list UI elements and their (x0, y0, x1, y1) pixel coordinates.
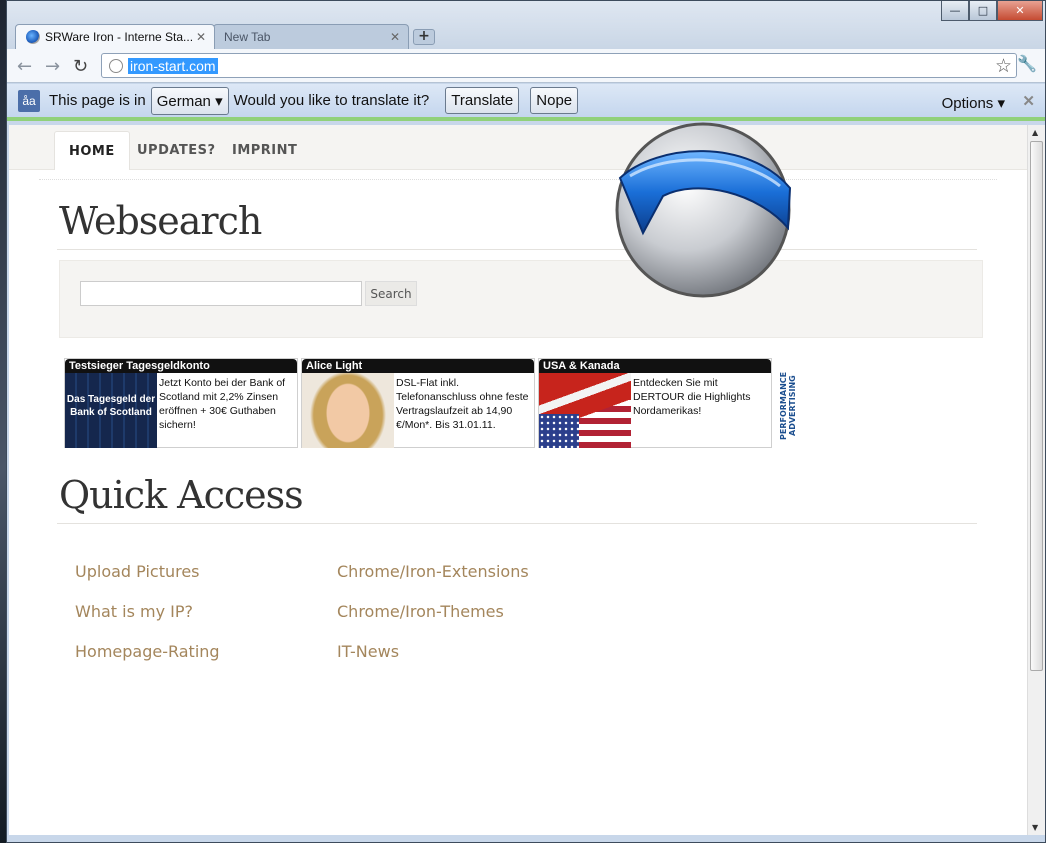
ad-tile[interactable]: Testsieger Tagesgeldkonto Das Tagesgeld … (64, 358, 298, 448)
ad-badge[interactable]: PERFORMANCE ADVERTISING (779, 366, 797, 446)
wrench-icon[interactable]: 🔧 (1017, 54, 1037, 73)
chevron-down-icon: ▾ (997, 95, 1005, 112)
url-text[interactable]: iron-start.com (128, 57, 218, 74)
scroll-down-icon[interactable]: ▼ (1032, 823, 1038, 832)
flags-image (539, 373, 631, 448)
ad-tile[interactable]: USA & Kanada Entdecken Sie mit DERTOUR d… (538, 358, 772, 448)
browser-toolbar: ← → ↻ iron-start.com ☆ 🔧 (7, 49, 1045, 83)
search-input[interactable] (80, 281, 362, 306)
address-bar[interactable]: iron-start.com ☆ (101, 53, 1017, 78)
site-nav: HOME UPDATES? IMPRINT (9, 125, 1027, 170)
translate-infobar: åa This page is in German ▾ Would you li… (7, 84, 1045, 121)
link-what-is-my-ip[interactable]: What is my IP? (75, 602, 193, 621)
quick-access-heading: Quick Access (59, 473, 304, 517)
link-homepage-rating[interactable]: Homepage-Rating (75, 642, 220, 661)
tab-close-icon[interactable]: ✕ (196, 30, 206, 44)
search-button[interactable]: Search (365, 281, 417, 306)
nav-updates[interactable]: UPDATES? (123, 131, 230, 170)
tab-close-icon[interactable]: ✕ (390, 30, 400, 44)
nope-button[interactable]: Nope (530, 87, 579, 114)
back-icon[interactable]: ← (17, 56, 32, 77)
ad-header: USA & Kanada (539, 359, 771, 373)
translate-icon: åa (18, 89, 40, 112)
link-themes[interactable]: Chrome/Iron-Themes (337, 602, 504, 621)
reload-icon[interactable]: ↻ (73, 56, 88, 77)
link-extensions[interactable]: Chrome/Iron-Extensions (337, 562, 529, 581)
woman-portrait-image (302, 373, 394, 448)
nav-home[interactable]: HOME (54, 131, 130, 170)
tab-new-tab[interactable]: New Tab ✕ (213, 24, 409, 49)
nav-imprint[interactable]: IMPRINT (218, 131, 311, 170)
scroll-up-icon[interactable]: ▲ (1032, 128, 1038, 137)
maximize-button[interactable]: □ (969, 1, 997, 21)
options-menu[interactable]: Options ▾ (942, 94, 1005, 112)
iron-favicon-icon (26, 30, 40, 44)
search-panel: Search (59, 260, 983, 338)
language-label: German (156, 92, 211, 110)
ad-header: Testsieger Tagesgeldkonto (65, 359, 297, 373)
close-window-button[interactable]: ✕ (997, 1, 1043, 21)
browser-window: — □ ✕ SRWare Iron - Interne Sta... ✕ New… (6, 0, 1046, 843)
link-upload-pictures[interactable]: Upload Pictures (75, 562, 200, 581)
globe-icon (109, 58, 123, 73)
tab-title: New Tab (224, 30, 271, 44)
window-controls: — □ ✕ (941, 1, 1043, 21)
tab-title: SRWare Iron - Interne Sta... (45, 30, 192, 44)
close-icon[interactable]: ✕ (1022, 92, 1035, 110)
tab-srware-iron[interactable]: SRWare Iron - Interne Sta... ✕ (15, 24, 215, 49)
iron-logo (615, 122, 792, 298)
divider (57, 523, 977, 524)
translate-question: Would you like to translate it? (233, 92, 430, 109)
language-select[interactable]: German ▾ (150, 86, 229, 115)
new-tab-button[interactable]: + (413, 29, 435, 45)
minimize-button[interactable]: — (941, 1, 969, 21)
ad-text: DSL-Flat inkl. Telefonanschluss ohne fes… (396, 377, 529, 431)
ad-header: Alice Light (302, 359, 534, 373)
translate-button[interactable]: Translate (445, 87, 520, 114)
ad-tile[interactable]: Alice Light DSL-Flat inkl. Telefonanschl… (301, 358, 535, 448)
title-bar: — □ ✕ SRWare Iron - Interne Sta... ✕ New… (7, 1, 1045, 49)
divider (57, 249, 977, 250)
web-page: HOME UPDATES? IMPRINT Websearch Search T… (9, 125, 1027, 835)
websearch-heading: Websearch (59, 199, 262, 243)
options-label: Options (941, 95, 994, 112)
vertical-scrollbar[interactable]: ▲ ▼ (1027, 125, 1045, 835)
divider (39, 179, 997, 180)
ad-image-text: Das Tagesgeld der Bank of Scotland (66, 394, 156, 418)
ad-text: Jetzt Konto bei der Bank of Scotland mit… (159, 377, 286, 431)
forward-icon[interactable]: → (45, 56, 60, 77)
star-icon[interactable]: ☆ (995, 55, 1012, 77)
bank-of-scotland-image: Das Tagesgeld der Bank of Scotland (65, 373, 157, 448)
chevron-down-icon: ▾ (215, 92, 223, 110)
translate-prefix: This page is in (49, 92, 146, 109)
ad-text: Entdecken Sie mit DERTOUR die Highlights… (633, 377, 751, 417)
link-it-news[interactable]: IT-News (337, 642, 399, 661)
scroll-thumb[interactable] (1030, 141, 1043, 671)
